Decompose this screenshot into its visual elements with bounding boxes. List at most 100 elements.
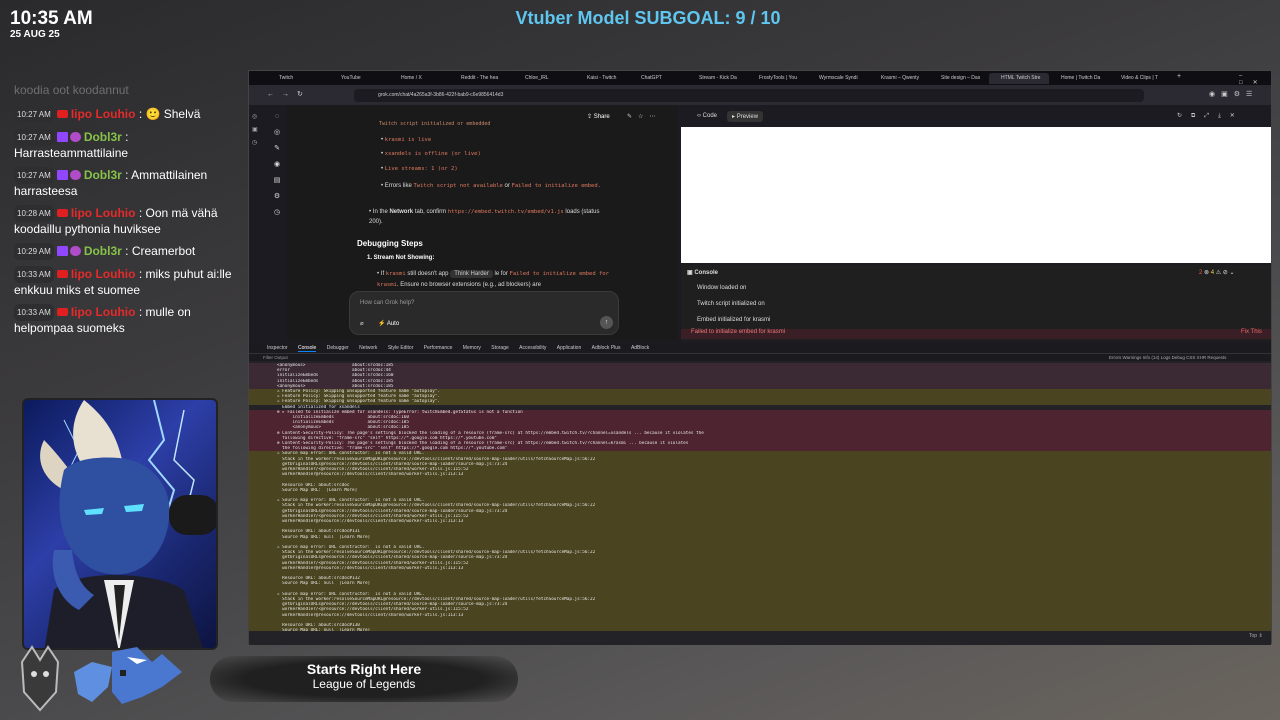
devtools-tab-bar: Inspector Console Debugger Network Style… — [249, 343, 1271, 353]
chat-username[interactable]: Iipo Louhio — [71, 206, 136, 220]
chat-text: : 🙂 Shelvä — [138, 107, 201, 121]
console-log-output: <anonymous> about:srcdoc:185 error about:… — [249, 363, 1271, 631]
chat-username[interactable]: Iipo Louhio — [71, 305, 136, 319]
browser-tab[interactable]: Home | Twitch Da — [1049, 73, 1109, 84]
mascot-sprites — [20, 645, 182, 712]
browser-tab[interactable]: FrostyTools | You — [747, 73, 807, 84]
devtools-tab-debugger[interactable]: Debugger — [327, 345, 349, 351]
browser-tab[interactable]: Twitch — [267, 73, 325, 84]
youtube-icon — [56, 270, 68, 278]
devtools-tab-style-editor[interactable]: Style Editor — [388, 345, 414, 351]
filter-output-input[interactable]: Filter Output — [263, 355, 288, 360]
dragon-avatar-illustration — [40, 400, 216, 648]
toolbar-extension-icons[interactable]: ◉▣⚙☰ — [1209, 90, 1258, 98]
code-tab[interactable]: ‹› Code — [697, 113, 717, 119]
chat-message: 10:29 AM Dobl3r : Creamerbot — [14, 243, 234, 260]
youtube-icon — [56, 308, 68, 316]
chat-timestamp: 10:27 AM — [14, 167, 54, 184]
artifact-header: ‹› Code ▸ Preview ↻⧉⤢⤓✕ — [681, 109, 1271, 127]
devtools-tab-storage[interactable]: Storage — [491, 345, 509, 351]
browser-tab[interactable]: Video & Clips | T — [1109, 73, 1169, 84]
devtools-tab-accessibility[interactable]: Accessibility — [519, 345, 546, 351]
devtools-tab-network[interactable]: Network — [359, 345, 377, 351]
step-stream-not-showing: 1. Stream Not Showing: — [367, 255, 435, 261]
browser-window: Twitch YouTube Home / X Reddit - The hea… — [248, 70, 1272, 645]
fix-this-button[interactable]: Fix This — [1241, 329, 1262, 335]
chat-username[interactable]: Dobl3r — [84, 130, 122, 144]
console-line: Window loaded on — [697, 285, 747, 291]
preview-pane — [681, 127, 1271, 263]
chat-timestamp: 10:27 AM — [14, 106, 54, 123]
browser-sidebar: ◎ ▣ ◷ — [249, 105, 259, 345]
chat-timestamp: 10:33 AM — [14, 304, 54, 321]
chat-message: 10:33 AM Iipo Louhio : miks puhut ai:lle … — [14, 266, 234, 298]
debugging-heading: Debugging Steps — [357, 239, 423, 248]
chat-timestamp: 10:28 AM — [14, 205, 54, 222]
sidebar-icons[interactable]: ◎ ▣ ◷ — [249, 105, 259, 150]
new-tab-icon[interactable]: + — [1177, 73, 1181, 80]
chat-username[interactable]: Dobl3r — [84, 244, 122, 258]
browser-tab[interactable]: Chloe_IRL — [513, 73, 563, 84]
navigation-bar: ←→↻ grok.com/chat/4a265a3f-3b86-422f-bab… — [249, 85, 1271, 105]
chat-message: 10:28 AM Iipo Louhio : Oon mä vähä koodai… — [14, 205, 234, 237]
devtools-tab-inspector[interactable]: Inspector — [267, 345, 288, 351]
network-tip: • In the Network tab, confirm https://em… — [369, 209, 600, 225]
chat-message: 10:27 AM Dobl3r : Harrasteammattilaine — [14, 129, 234, 161]
share-button[interactable]: ⇪ Share — [587, 113, 610, 120]
devtools-tab-memory[interactable]: Memory — [463, 345, 481, 351]
context-selector[interactable]: Top ⇕ — [1249, 633, 1263, 639]
youtube-icon — [56, 110, 68, 118]
devtools-panel: Inspector Console Debugger Network Style… — [249, 343, 1271, 645]
devtools-tab-adblock-plus[interactable]: Adblock Plus — [592, 345, 621, 351]
devtools-tab-console[interactable]: Console — [297, 345, 317, 352]
back-forward-reload-icon[interactable]: ←→↻ — [267, 90, 311, 98]
browser-tab[interactable]: Site design – Das — [929, 73, 989, 84]
artifact-action-icons[interactable]: ↻⧉⤢⤓✕ — [1177, 112, 1244, 120]
step-detail: • If krasmi still doesn't app Think Hard… — [377, 270, 609, 288]
browser-tab[interactable]: YouTube — [329, 73, 387, 84]
devtools-tab-application[interactable]: Application — [557, 345, 581, 351]
browser-tab-active[interactable]: HTML Twitch Stre — [989, 73, 1049, 84]
console-counts: 2 ⊗ 4 ⚠ ⊘ ⌄ — [1199, 270, 1235, 276]
grok-sidebar: ◌ ◎ ✎ ◉ ▤ ⚙ ◷ — [267, 105, 287, 335]
url-field[interactable]: grok.com/chat/4a265a3f-3b86-422f-bab9-c6… — [354, 89, 1144, 102]
devtools-tab-adblock[interactable]: AdBlock — [631, 345, 649, 351]
bullet-krasmi: • krasmi is live — [381, 137, 432, 143]
ask-grok-box[interactable]: How can Grok help? ⌀ ⚡ Auto ↑ — [349, 291, 619, 335]
chat-text: : Creamerbot — [125, 244, 196, 258]
browser-tab[interactable]: Wyrmscale Syndi — [807, 73, 869, 84]
browser-tab[interactable]: Stream - Kick Da — [687, 73, 745, 84]
ask-grok-input[interactable]: How can Grok help? — [360, 300, 414, 306]
browser-tab[interactable]: Home / X — [389, 73, 447, 84]
chat-message-list: 10:27 AM Iipo Louhio : 🙂 Shelvä 10:27 AM Do… — [14, 106, 234, 336]
chat-timestamp: 10:29 AM — [14, 243, 54, 260]
subgoal-banner: Vtuber Model SUBGOAL: 9 / 10 — [0, 8, 1280, 29]
browser-tab[interactable]: Krasmi – Qwenty — [869, 73, 929, 84]
vtuber-avatar — [22, 398, 218, 650]
chat-username[interactable]: Iipo Louhio — [71, 267, 136, 281]
grok-chat-content: Twitch script initialized or embedded • … — [287, 105, 677, 341]
starts-banner: Starts Right Here League of Legends — [210, 656, 518, 702]
mode-selector[interactable]: ⚡ Auto — [378, 320, 399, 327]
console-line: Twitch script initialized on — [697, 301, 765, 307]
log-level-filters[interactable]: Errors Warnings Info (14) Logs Debug CSS… — [1109, 354, 1226, 362]
grok-nav-icons[interactable]: ◌ ◎ ✎ ◉ ▤ ⚙ ◷ — [267, 105, 287, 221]
devtools-filter-bar: Filter Output Errors Warnings Info (14) … — [249, 353, 1271, 361]
bullet-xsandels: • xsandels is offline (or live) — [381, 151, 481, 157]
browser-tab[interactable]: ChatGPT — [629, 73, 681, 84]
send-button[interactable]: ↑ — [600, 316, 613, 329]
chat-username[interactable]: Iipo Louhio — [71, 107, 136, 121]
browser-tab[interactable]: Kaisi - Twitch — [575, 73, 627, 84]
chat-timestamp: 10:27 AM — [14, 129, 54, 146]
twitch-icon — [56, 246, 68, 256]
subgoal-text: Vtuber Model SUBGOAL: 9 / 10 — [515, 8, 781, 28]
chat-action-icons[interactable]: ✎☆⋯ — [627, 113, 661, 120]
chat-timestamp: 10:33 AM — [14, 266, 54, 283]
attach-icon[interactable]: ⌀ — [360, 320, 364, 327]
youtube-icon — [56, 209, 68, 217]
browser-tab[interactable]: Reddit - The hea — [449, 73, 507, 84]
preview-tab[interactable]: ▸ Preview — [727, 111, 764, 122]
twitch-icon — [56, 132, 68, 142]
chat-username[interactable]: Dobl3r — [84, 168, 122, 182]
devtools-tab-performance[interactable]: Performance — [424, 345, 453, 351]
